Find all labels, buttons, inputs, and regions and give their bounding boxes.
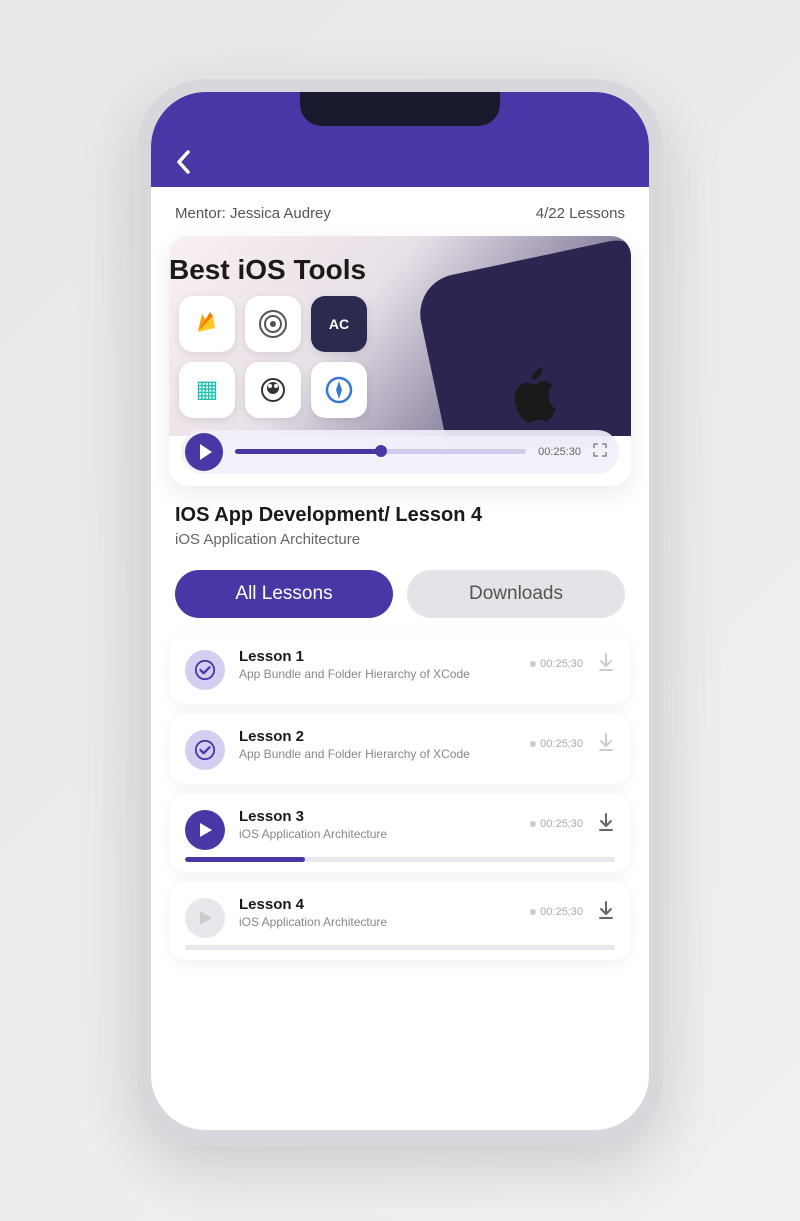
download-button[interactable] <box>597 812 615 837</box>
chevron-left-icon <box>175 149 191 175</box>
lesson-description: App Bundle and Folder Hierarchy of XCode <box>239 667 516 683</box>
notch <box>300 92 500 126</box>
video-thumb-title: Best iOS Tools <box>169 254 366 286</box>
checkmark-circle-icon <box>194 739 216 761</box>
mentor-label: Mentor: Jessica Audrey <box>175 205 331 222</box>
play-icon <box>196 821 214 839</box>
lesson-progress-fill <box>185 857 305 862</box>
lesson-row[interactable]: Lesson 3 iOS Application Architecture 00:2… <box>169 794 631 872</box>
tab-all-lessons[interactable]: All Lessons <box>175 570 393 618</box>
play-icon <box>196 909 214 927</box>
lesson-duration: 00:25:30 <box>530 738 583 750</box>
lesson-row[interactable]: Lesson 4 iOS Application Architecture 00:2… <box>169 882 631 960</box>
checkmark-circle-icon <box>194 659 216 681</box>
tool-icon-2 <box>245 296 301 352</box>
download-button[interactable] <box>597 652 615 677</box>
lesson-description: iOS Application Architecture <box>239 827 516 843</box>
lesson-info: Lesson 1 App Bundle and Folder Hierarchy … <box>239 648 516 683</box>
download-icon <box>597 812 615 832</box>
lesson-header: IOS App Development/ Lesson 4 iOS Applic… <box>151 486 649 552</box>
course-title: IOS App Development/ Lesson 4 <box>175 504 625 527</box>
info-bar: Mentor: Jessica Audrey 4/22 Lessons <box>151 187 649 236</box>
download-button[interactable] <box>597 900 615 925</box>
play-icon <box>200 444 212 460</box>
lesson-number: Lesson 2 <box>239 728 516 745</box>
video-thumbnail[interactable]: Best iOS Tools AC ▦ <box>169 236 631 436</box>
video-duration: 00:25:30 <box>538 446 581 458</box>
status-idle-icon <box>185 898 225 938</box>
status-done-icon <box>185 730 225 770</box>
lesson-duration: 00:25:30 <box>530 818 583 830</box>
lesson-meta: 00:25:30 <box>530 900 615 925</box>
fullscreen-button[interactable] <box>593 443 607 460</box>
lesson-row[interactable]: Lesson 1 App Bundle and Folder Hierarchy … <box>169 634 631 704</box>
download-icon <box>597 900 615 920</box>
video-progress-handle[interactable] <box>375 445 387 457</box>
screen: Mentor: Jessica Audrey 4/22 Lessons Best… <box>151 92 649 1130</box>
download-button[interactable] <box>597 732 615 757</box>
course-subtitle: iOS Application Architecture <box>175 531 625 548</box>
lesson-meta: 00:25:30 <box>530 652 615 677</box>
status-playing-icon <box>185 810 225 850</box>
tabs: All Lessons Downloads <box>151 552 649 634</box>
lesson-meta: 00:25:30 <box>530 812 615 837</box>
lesson-progress-bar <box>185 945 615 950</box>
lesson-progress-label: 4/22 Lessons <box>536 205 625 222</box>
tool-icon-grid: AC ▦ <box>179 296 367 418</box>
lesson-number: Lesson 4 <box>239 896 516 913</box>
tool-icon-4: ▦ <box>179 362 235 418</box>
lesson-meta: 00:25:30 <box>530 732 615 757</box>
lesson-duration: 00:25:30 <box>530 906 583 918</box>
phone-frame: Mentor: Jessica Audrey 4/22 Lessons Best… <box>135 76 665 1146</box>
lesson-row[interactable]: Lesson 2 App Bundle and Folder Hierarchy … <box>169 714 631 784</box>
firebase-icon <box>179 296 235 352</box>
apple-logo-icon <box>508 363 564 435</box>
tool-icon-6 <box>311 362 367 418</box>
fullscreen-icon <box>593 443 607 457</box>
lesson-progress-bar <box>185 857 615 862</box>
lesson-info: Lesson 2 App Bundle and Folder Hierarchy … <box>239 728 516 763</box>
download-icon <box>597 732 615 752</box>
video-progress-fill <box>235 449 381 454</box>
video-progress-bar[interactable] <box>235 449 526 454</box>
back-button[interactable] <box>175 149 191 180</box>
lesson-info: Lesson 4 iOS Application Architecture <box>239 896 516 931</box>
lesson-number: Lesson 1 <box>239 648 516 665</box>
video-card: Best iOS Tools AC ▦ <box>169 236 631 486</box>
status-done-icon <box>185 650 225 690</box>
lesson-duration: 00:25:30 <box>530 658 583 670</box>
play-button[interactable] <box>185 433 223 471</box>
lesson-description: iOS Application Architecture <box>239 915 516 931</box>
download-icon <box>597 652 615 672</box>
lesson-description: App Bundle and Folder Hierarchy of XCode <box>239 747 516 763</box>
lessons-list: Lesson 1 App Bundle and Folder Hierarchy … <box>151 634 649 960</box>
appcode-icon: AC <box>311 296 367 352</box>
lesson-info: Lesson 3 iOS Application Architecture <box>239 808 516 843</box>
tab-downloads[interactable]: Downloads <box>407 570 625 618</box>
lesson-number: Lesson 3 <box>239 808 516 825</box>
video-controls: 00:25:30 <box>181 430 619 474</box>
tool-icon-5 <box>245 362 301 418</box>
